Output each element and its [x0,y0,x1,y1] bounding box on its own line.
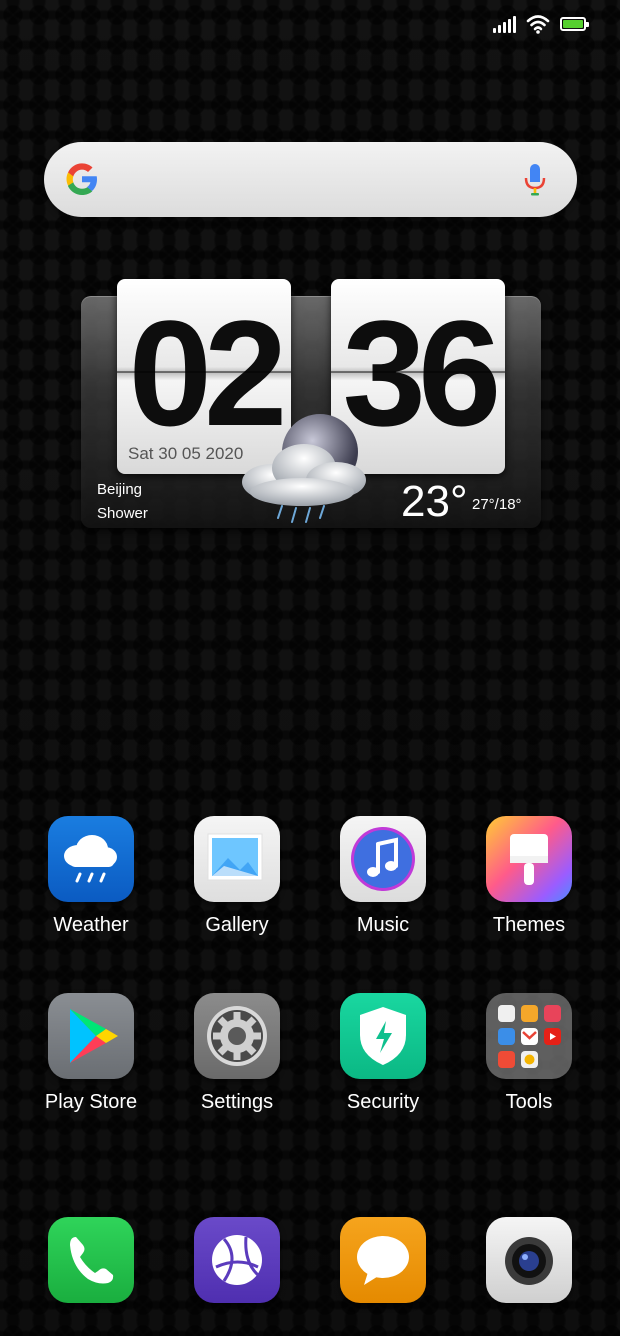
app-music[interactable]: Music [323,816,443,937]
widget-temperature: 23° [401,477,468,526]
app-label-music: Music [356,914,410,936]
widget-date: Sat 30 05 2020 [128,444,244,463]
mic-icon[interactable] [523,162,547,198]
dock-browser[interactable] [177,1217,297,1303]
cloud-rain-icon [48,816,134,902]
app-settings[interactable]: Settings [177,993,297,1114]
globe-icon [194,1217,280,1303]
music-note-icon [340,816,426,902]
widget-condition: Shower [97,505,148,522]
gear-icon [194,993,280,1079]
dock-phone[interactable] [31,1217,151,1303]
battery-icon [560,17,589,31]
app-weather[interactable]: Weather [31,816,151,937]
app-label-play-store: Play Store [44,1091,138,1113]
chat-bubble-icon [340,1217,426,1303]
dock-camera[interactable] [469,1217,589,1303]
moon-cloud-rain-icon [242,414,366,523]
app-label-gallery: Gallery [205,914,269,936]
play-triangle-icon [48,993,134,1079]
camera-icon [486,1217,572,1303]
folder-grid-icon [486,993,572,1079]
app-themes[interactable]: Themes [469,816,589,937]
signal-icon [493,15,516,33]
paintbrush-icon [486,816,572,902]
google-icon [66,163,97,195]
status-bar [493,14,589,34]
dock-messages[interactable] [323,1217,443,1303]
widget-city: Beijing [97,481,143,498]
app-play-store[interactable]: Play Store [31,993,151,1114]
battery-level [563,20,583,28]
wifi-icon [526,15,550,34]
app-label-tools: Tools [505,1091,553,1113]
image-icon [194,816,280,902]
app-label-themes: Themes [492,914,566,936]
widget-temp-range: 27°/18° [472,496,522,513]
search-bar[interactable] [44,142,577,217]
phone-icon [48,1217,134,1303]
app-security[interactable]: Security [323,993,443,1114]
app-tools-folder[interactable]: Tools [469,993,589,1114]
app-label-settings: Settings [200,1091,274,1113]
shield-bolt-icon [340,993,426,1079]
app-gallery[interactable]: Gallery [177,816,297,937]
app-label-weather: Weather [53,914,129,936]
app-label-security: Security [346,1091,420,1113]
